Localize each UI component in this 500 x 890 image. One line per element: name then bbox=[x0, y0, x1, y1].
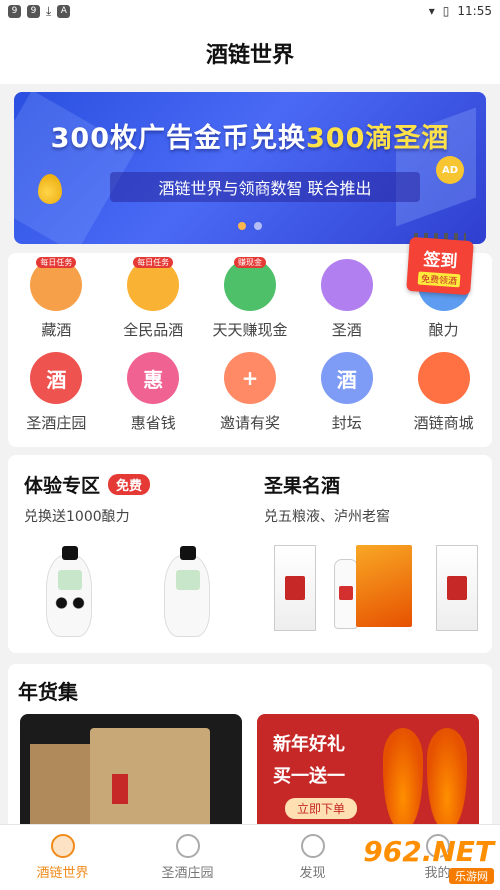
tab-label: 圣酒庄园 bbox=[161, 866, 214, 881]
feature-grid-card: 每日任务 藏酒 每日任务 全民品酒 赚现金 天天赚现金 圣酒 酿力酒圣酒庄园惠惠省钱 + 邀请有奖… bbox=[8, 233, 492, 447]
grid-item[interactable]: 惠惠省钱 bbox=[105, 352, 202, 433]
grid-item-glyph: 惠 bbox=[143, 367, 164, 392]
new-year-goods-section: 年货集 新年好礼 买一送一 立即下单 bbox=[8, 664, 492, 824]
panda-bottle-image bbox=[46, 546, 92, 637]
site-watermark: 962.NET 乐游网 bbox=[363, 834, 494, 884]
new-year-gift-card[interactable]: 新年好礼 买一送一 立即下单 bbox=[257, 714, 479, 824]
calendar-icon: 签到 免费领酒 bbox=[406, 236, 474, 296]
order-now-button[interactable]: 立即下单 bbox=[285, 798, 358, 819]
panda-bottle-image bbox=[164, 546, 210, 637]
grid-item-label: 邀请有奖 bbox=[219, 414, 280, 432]
section-title: 年货集 bbox=[18, 680, 78, 704]
grid-item-label: 圣酒庄园 bbox=[26, 414, 87, 432]
xo-bottle-image bbox=[383, 728, 423, 824]
watermark-brand: 962.NET bbox=[363, 834, 494, 868]
liquor-box-image bbox=[436, 545, 478, 631]
grid-item-icon: 酒 bbox=[320, 352, 373, 404]
app-icon-b: 9 bbox=[27, 4, 40, 18]
ad-coin-icon: AD bbox=[436, 156, 464, 184]
banner-headline-yellow: 300滴圣酒 bbox=[306, 123, 450, 154]
banner-headline-white: 300枚广告金币兑换 bbox=[50, 123, 306, 154]
status-time: 11:55 bbox=[457, 4, 492, 18]
famous-liquor-subtitle: 兑五粮液、泸州老窖 bbox=[264, 509, 390, 525]
tab-icon bbox=[175, 834, 200, 858]
famous-liquor-zone[interactable]: 圣果名酒 兑五粮液、泸州老窖 bbox=[250, 455, 492, 653]
grid-item-label: 封坛 bbox=[331, 414, 362, 432]
page-title: 酒链世界 bbox=[0, 22, 500, 84]
liquor-box-image bbox=[356, 545, 412, 627]
famous-liquor-title: 圣果名酒 bbox=[264, 475, 341, 497]
pagination-dot[interactable] bbox=[238, 222, 246, 230]
wifi-icon: ▾ bbox=[428, 4, 435, 18]
grid-item-glyph: + bbox=[241, 366, 259, 390]
xo-bottle-image bbox=[427, 728, 467, 824]
grid-item-label: 惠省钱 bbox=[130, 414, 176, 432]
grid-item-icon: 酒 bbox=[30, 352, 83, 404]
grid-item-label: 天天赚现金 bbox=[212, 321, 288, 339]
gift-box-product-card[interactable] bbox=[20, 714, 242, 824]
grid-item-tag: 每日任务 bbox=[133, 257, 174, 268]
grid-item-tag: 每日任务 bbox=[36, 257, 77, 268]
download-icon: ⤓ bbox=[46, 3, 52, 18]
grid-item-label: 全民品酒 bbox=[123, 321, 184, 339]
grid-item-glyph: 酒 bbox=[46, 367, 67, 392]
grid-item[interactable]: 酒链商城 bbox=[395, 352, 492, 433]
grid-item[interactable]: 赚现金 天天赚现金 bbox=[202, 257, 299, 340]
experience-zone-title: 体验专区 免费 bbox=[24, 471, 250, 498]
tab-0[interactable]: 酒链世界 bbox=[0, 825, 125, 890]
bottle-image bbox=[112, 774, 128, 804]
app-icon-a: 9 bbox=[8, 4, 21, 18]
grid-item[interactable]: 酒封坛 bbox=[298, 352, 395, 433]
grid-item-icon bbox=[320, 259, 373, 311]
grid-item-tag: 赚现金 bbox=[233, 257, 266, 268]
liquor-bottle-image bbox=[334, 559, 358, 629]
grid-item-label: 圣酒 bbox=[331, 321, 362, 339]
a-icon: A bbox=[57, 4, 71, 18]
grid-item-icon: 惠 bbox=[127, 352, 180, 404]
drop-icon bbox=[38, 174, 62, 204]
free-badge: 免费 bbox=[108, 474, 151, 495]
signin-title: 签到 bbox=[422, 249, 459, 273]
liquor-box-image bbox=[274, 545, 316, 631]
signin-subtitle: 免费领酒 bbox=[417, 271, 461, 288]
battery-icon: ▯ bbox=[442, 4, 450, 18]
grid-item-icon: 每日任务 bbox=[30, 257, 83, 311]
grid-item[interactable]: + 邀请有奖 bbox=[202, 352, 299, 433]
grid-item-icon: + bbox=[223, 352, 276, 404]
grid-item-label: 藏酒 bbox=[41, 321, 72, 339]
grid-item[interactable]: 酒圣酒庄园 bbox=[8, 352, 105, 433]
gift-card-line1: 新年好礼 bbox=[273, 734, 345, 755]
grid-item-icon: 每日任务 bbox=[127, 257, 180, 311]
banner-headline: 300枚广告金币兑换300滴圣酒 bbox=[14, 116, 486, 155]
grid-item-icon bbox=[417, 352, 470, 404]
tab-1[interactable]: 圣酒庄园 bbox=[125, 825, 250, 890]
gift-box-image bbox=[90, 728, 210, 824]
tab-label: 酒链世界 bbox=[36, 866, 89, 881]
tab-label: 发现 bbox=[299, 866, 326, 881]
gift-card-line2: 买一送一 bbox=[273, 766, 345, 787]
pagination-dot[interactable] bbox=[254, 222, 262, 230]
signin-button[interactable]: 签到 免费领酒 bbox=[406, 225, 476, 297]
banner-subline: 酒链世界与领商数智 联合推出 bbox=[110, 172, 420, 202]
promo-banner[interactable]: 300枚广告金币兑换300滴圣酒 酒链世界与领商数智 联合推出 AD bbox=[14, 92, 486, 244]
grid-item-icon: 赚现金 bbox=[223, 257, 276, 311]
grid-item[interactable]: 每日任务 全民品酒 bbox=[105, 257, 202, 340]
grid-item-label: 酿力 bbox=[428, 321, 459, 339]
experience-zone-label: 体验专区 bbox=[24, 475, 101, 497]
grid-item[interactable]: 圣酒 bbox=[298, 259, 395, 340]
grid-item[interactable]: 每日任务 藏酒 bbox=[8, 257, 105, 340]
status-bar: 9 9 ⤓ A ▾ ▯ 11:55 bbox=[0, 0, 500, 22]
tab-icon bbox=[300, 834, 325, 858]
tab-2[interactable]: 发现 bbox=[250, 825, 375, 890]
grid-item-glyph: 酒 bbox=[336, 367, 357, 392]
grid-item-label: 酒链商城 bbox=[413, 414, 474, 432]
watermark-sub: 乐游网 bbox=[449, 867, 494, 884]
tab-icon bbox=[50, 834, 75, 858]
experience-zone-subtitle: 兑换送1000酿力 bbox=[24, 509, 130, 525]
experience-zone[interactable]: 体验专区 免费 兑换送1000酿力 bbox=[8, 455, 250, 653]
promo-card: 体验专区 免费 兑换送1000酿力 圣果名酒 兑五粮液、泸州老窖 bbox=[8, 455, 492, 653]
